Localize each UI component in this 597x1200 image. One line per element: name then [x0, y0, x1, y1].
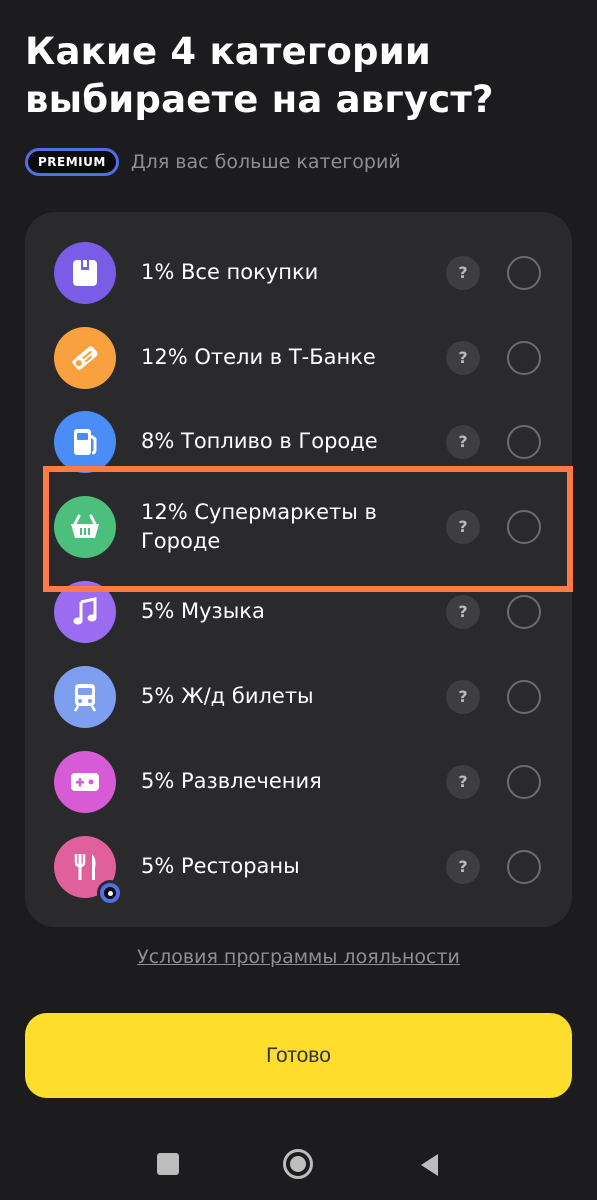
loyalty-terms-link[interactable]: Условия программы лояльности: [0, 946, 597, 968]
category-row-all-purchases[interactable]: 1% Все покупки ?: [25, 230, 572, 315]
category-label: 5% Ж/д билеты: [141, 684, 314, 708]
help-button[interactable]: ?: [446, 849, 480, 884]
category-row-hotels[interactable]: 12% Отели в Т-Банке ?: [25, 315, 572, 400]
category-label: 12% Отели в Т-Банке: [141, 345, 376, 369]
category-label: 5% Развлечения: [141, 769, 322, 793]
category-label: 5% Рестораны: [141, 854, 300, 878]
help-button[interactable]: ?: [446, 764, 480, 799]
category-label: 1% Все покупки: [141, 260, 319, 284]
hotel-tag-icon: [54, 326, 116, 389]
category-radio[interactable]: [507, 679, 541, 714]
help-button[interactable]: ?: [446, 679, 480, 714]
fuel-pump-icon: [54, 410, 116, 473]
done-button[interactable]: Готово: [25, 1013, 572, 1098]
premium-info: PREMIUM Для вас больше категорий: [25, 147, 401, 177]
category-row-train-tickets[interactable]: 5% Ж/д билеты ?: [25, 654, 572, 739]
help-button[interactable]: ?: [446, 424, 480, 459]
category-radio[interactable]: [507, 424, 541, 459]
title-line-1: Какие 4 категории: [25, 30, 431, 73]
gamepad-icon: [54, 750, 116, 813]
title-line-2: выбираете на август?: [25, 78, 494, 121]
home-icon[interactable]: [283, 1149, 313, 1179]
system-nav-bar: [0, 1130, 597, 1200]
category-radio[interactable]: [507, 594, 541, 629]
highlight-frame: [43, 466, 573, 592]
help-button[interactable]: ?: [446, 594, 480, 629]
category-radio[interactable]: [507, 340, 541, 375]
recent-apps-icon[interactable]: [157, 1153, 179, 1175]
back-icon[interactable]: [418, 1152, 440, 1178]
premium-text: Для вас больше категорий: [130, 151, 401, 173]
shopping-bag-icon: [54, 241, 116, 304]
category-label: 5% Музыка: [141, 599, 265, 623]
category-selection-screen: Какие 4 категории выбираете на август? P…: [0, 0, 597, 1200]
premium-marker-icon: [97, 880, 123, 906]
help-button[interactable]: ?: [446, 340, 480, 375]
category-radio[interactable]: [507, 255, 541, 290]
page-title: Какие 4 категории выбираете на август?: [25, 28, 585, 124]
category-radio[interactable]: [507, 849, 541, 884]
category-row-entertainment[interactable]: 5% Развлечения ?: [25, 739, 572, 824]
premium-badge: PREMIUM: [25, 148, 119, 176]
train-icon: [54, 665, 116, 728]
category-label: 8% Топливо в Городе: [141, 429, 378, 453]
category-radio[interactable]: [507, 764, 541, 799]
help-button[interactable]: ?: [446, 255, 480, 290]
